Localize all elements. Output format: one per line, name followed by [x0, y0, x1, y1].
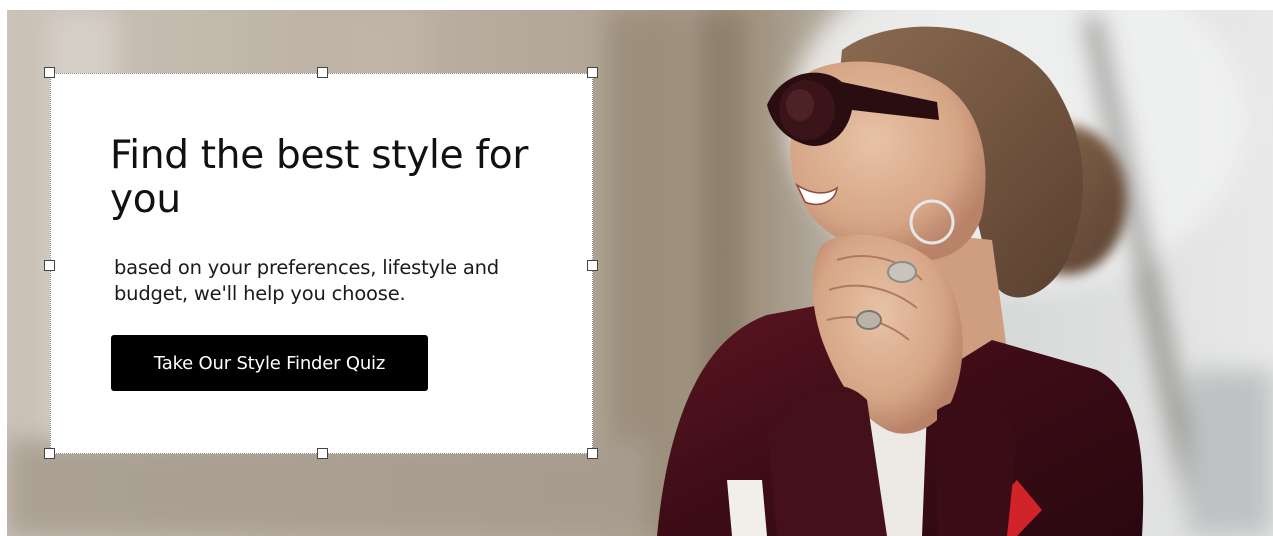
hero-subtext[interactable]: based on your preferences, lifestyle and…: [114, 255, 554, 307]
editor-canvas: Find the best style for you based on you…: [0, 0, 1273, 536]
resize-handle-bottom-center-icon[interactable]: [317, 448, 328, 459]
resize-handle-middle-left-icon[interactable]: [44, 260, 55, 271]
hero-text-box[interactable]: Find the best style for you based on you…: [50, 73, 593, 454]
resize-handle-top-right-icon[interactable]: [587, 67, 598, 78]
hero-headline[interactable]: Find the best style for you: [110, 134, 530, 222]
resize-handle-bottom-right-icon[interactable]: [587, 448, 598, 459]
resize-handle-middle-right-icon[interactable]: [587, 260, 598, 271]
resize-handle-bottom-left-icon[interactable]: [44, 448, 55, 459]
style-finder-quiz-button[interactable]: Take Our Style Finder Quiz: [111, 335, 428, 391]
resize-handle-top-center-icon[interactable]: [317, 67, 328, 78]
resize-handle-top-left-icon[interactable]: [44, 67, 55, 78]
